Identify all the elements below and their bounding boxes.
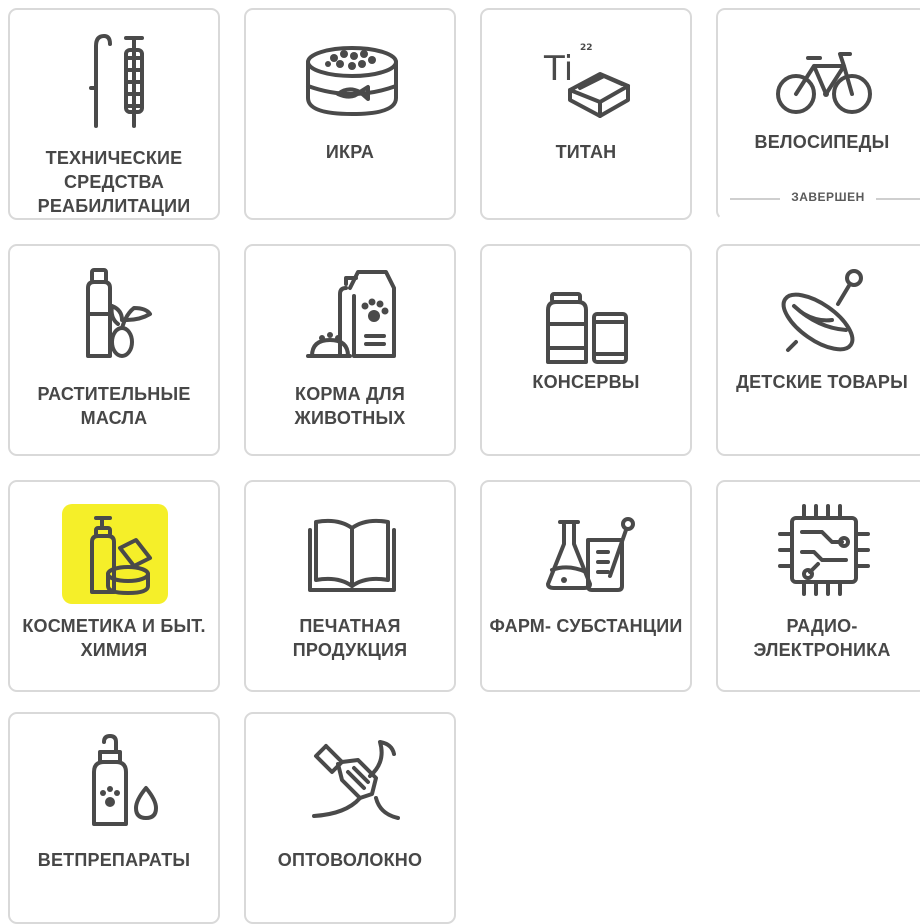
category-label: РАДИО- ЭЛЕКТРОНИКА [753, 616, 891, 660]
category-card-kids-goods[interactable]: ДЕТСКИЕ ТОВАРЫ [716, 244, 920, 456]
lab-flasks-icon [538, 500, 638, 600]
titanium-ingots-icon: Ti 22 [538, 28, 638, 128]
cosmetics-icon [66, 500, 166, 600]
category-card-pharma-substances[interactable]: ФАРМ- СУБСТАНЦИИ [480, 480, 692, 692]
category-card-caviar[interactable]: ИКРА [244, 8, 456, 220]
element-symbol: Ti [543, 49, 573, 89]
bicycle-icon [774, 28, 874, 128]
status-divider: ЗАВЕРШЕН [730, 188, 920, 208]
fiber-optic-icon [302, 732, 402, 832]
category-card-radio-electronics[interactable]: РАДИО- ЭЛЕКТРОНИКА [716, 480, 920, 692]
category-label: КОНСЕРВЫ [532, 372, 640, 392]
canned-goods-icon [538, 264, 638, 364]
category-label: ТИТАН [555, 142, 617, 162]
category-card-titanium[interactable]: Ti 22 ТИТАН [480, 8, 692, 220]
microchip-icon [774, 500, 874, 600]
status-badge: ЗАВЕРШЕН [791, 190, 865, 204]
category-card-bicycles[interactable]: ВЕЛОСИПЕДЫ ЗАВЕРШЕН [716, 8, 920, 220]
olive-oil-icon [66, 264, 166, 364]
category-card-pet-food[interactable]: КОРМА ДЛЯ ЖИВОТНЫХ [244, 244, 456, 456]
caviar-can-icon [302, 28, 402, 128]
category-card-fiber-optic[interactable]: ОПТОВОЛОКНО [244, 712, 456, 924]
category-label: ФАРМ- СУБСТАНЦИИ [489, 616, 683, 636]
category-card-vegetable-oils[interactable]: РАСТИТЕЛЬНЫЕ МАСЛА [8, 244, 220, 456]
category-label: КОСМЕТИКА И БЫТ. ХИМИЯ [22, 616, 206, 660]
category-card-rehabilitation[interactable]: ТЕХНИЧЕСКИЕ СРЕДСТВА РЕАБИЛИТАЦИИ [8, 8, 220, 220]
category-label: ТЕХНИЧЕСКИЕ СРЕДСТВА РЕАБИЛИТАЦИИ [37, 148, 191, 216]
pet-food-icon [302, 264, 402, 364]
category-card-printed-products[interactable]: ПЕЧАТНАЯ ПРОДУКЦИЯ [244, 480, 456, 692]
category-card-canned-goods[interactable]: КОНСЕРВЫ [480, 244, 692, 456]
category-label: ПЕЧАТНАЯ ПРОДУКЦИЯ [292, 616, 408, 660]
category-card-vet-medicine[interactable]: ВЕТПРЕПАРАТЫ [8, 712, 220, 924]
crutches-icon [66, 28, 166, 128]
element-number: 22 [580, 43, 593, 53]
category-label: РАСТИТЕЛЬНЫЕ МАСЛА [37, 384, 191, 428]
category-label: ДЕТСКИЕ ТОВАРЫ [736, 372, 908, 392]
category-label: ВЕЛОСИПЕДЫ [754, 132, 890, 152]
category-grid: ТЕХНИЧЕСКИЕ СРЕДСТВА РЕАБИЛИТАЦИИ ИКРА T… [0, 0, 920, 924]
category-label: ВЕТПРЕПАРАТЫ [37, 850, 191, 870]
category-label: ИКРА [325, 142, 375, 162]
category-label: ОПТОВОЛОКНО [277, 850, 423, 870]
vet-medicine-icon [66, 732, 166, 832]
open-book-icon [302, 500, 402, 600]
status-line-right [876, 198, 920, 200]
spinning-top-icon [774, 264, 874, 364]
category-card-cosmetics[interactable]: КОСМЕТИКА И БЫТ. ХИМИЯ [8, 480, 220, 692]
category-label: КОРМА ДЛЯ ЖИВОТНЫХ [294, 384, 406, 428]
